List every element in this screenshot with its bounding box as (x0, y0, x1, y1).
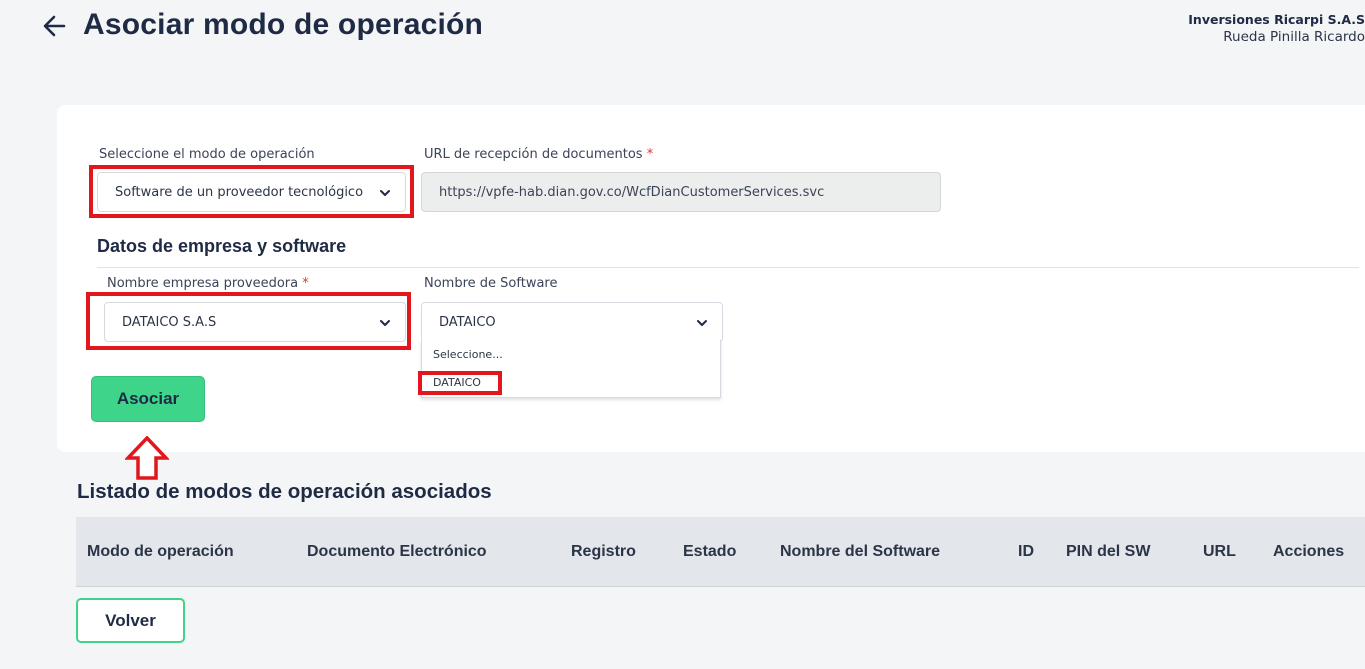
arrow-up-icon (125, 436, 169, 480)
mode-label: Seleccione el modo de operación (99, 147, 315, 162)
company-provider-select[interactable]: DATAICO S.A.S (104, 302, 406, 342)
required-mark: * (646, 147, 654, 162)
section-divider (97, 267, 1359, 268)
operation-mode-value: Software de un proveedor tecnológico (115, 184, 364, 200)
chevron-down-icon (380, 190, 390, 196)
url-label: URL de recepción de documentos * (424, 147, 653, 162)
reception-url-value: https://vpfe-hab.dian.gov.co/WcfDianCust… (439, 184, 825, 200)
dropdown-option-placeholder[interactable]: Seleccione... (433, 348, 503, 361)
company-provider-label-text: Nombre empresa proveedora (107, 276, 299, 291)
column-header[interactable]: URL (1203, 543, 1236, 561)
company-name: Inversiones Ricarpi S.A.S (1188, 12, 1365, 27)
column-header[interactable]: Registro (571, 543, 636, 561)
column-header[interactable]: PIN del SW (1066, 543, 1150, 561)
dropdown-option-dataico[interactable]: DATAICO (433, 376, 481, 389)
software-dropdown-list: Seleccione... DATAICO (421, 340, 721, 398)
user-info: Inversiones Ricarpi S.A.S Rueda Pinilla … (1188, 11, 1365, 47)
software-name-select[interactable]: DATAICO (421, 302, 723, 342)
back-button[interactable]: Volver (76, 598, 185, 643)
company-provider-label: Nombre empresa proveedora * (107, 276, 309, 291)
column-header[interactable]: Modo de operación (87, 543, 234, 561)
column-header[interactable]: Documento Electrónico (307, 543, 487, 561)
company-provider-value: DATAICO S.A.S (122, 314, 217, 330)
reception-url-field[interactable]: https://vpfe-hab.dian.gov.co/WcfDianCust… (421, 172, 941, 212)
column-header[interactable]: Nombre del Software (780, 543, 940, 561)
chevron-down-icon (380, 320, 390, 326)
page-title: Asociar modo de operación (83, 8, 484, 41)
operation-mode-select[interactable]: Software de un proveedor tecnológico (97, 172, 406, 212)
section-title: Datos de empresa y software (97, 236, 347, 256)
column-header[interactable]: Estado (683, 543, 736, 561)
column-header[interactable]: Acciones (1273, 543, 1344, 561)
url-label-text: URL de recepción de documentos (424, 147, 643, 162)
table-header: Modo de operación Documento Electrónico … (76, 517, 1365, 587)
user-name: Rueda Pinilla Ricardo (1223, 29, 1365, 45)
chevron-down-icon (697, 320, 707, 326)
list-title: Listado de modos de operación asociados (77, 480, 492, 503)
associate-button[interactable]: Asociar (91, 376, 205, 422)
column-header[interactable]: ID (1018, 543, 1034, 561)
required-mark: * (302, 276, 309, 291)
software-name-value: DATAICO (439, 314, 496, 330)
back-arrow-icon[interactable] (38, 10, 70, 42)
software-name-label: Nombre de Software (424, 276, 558, 291)
